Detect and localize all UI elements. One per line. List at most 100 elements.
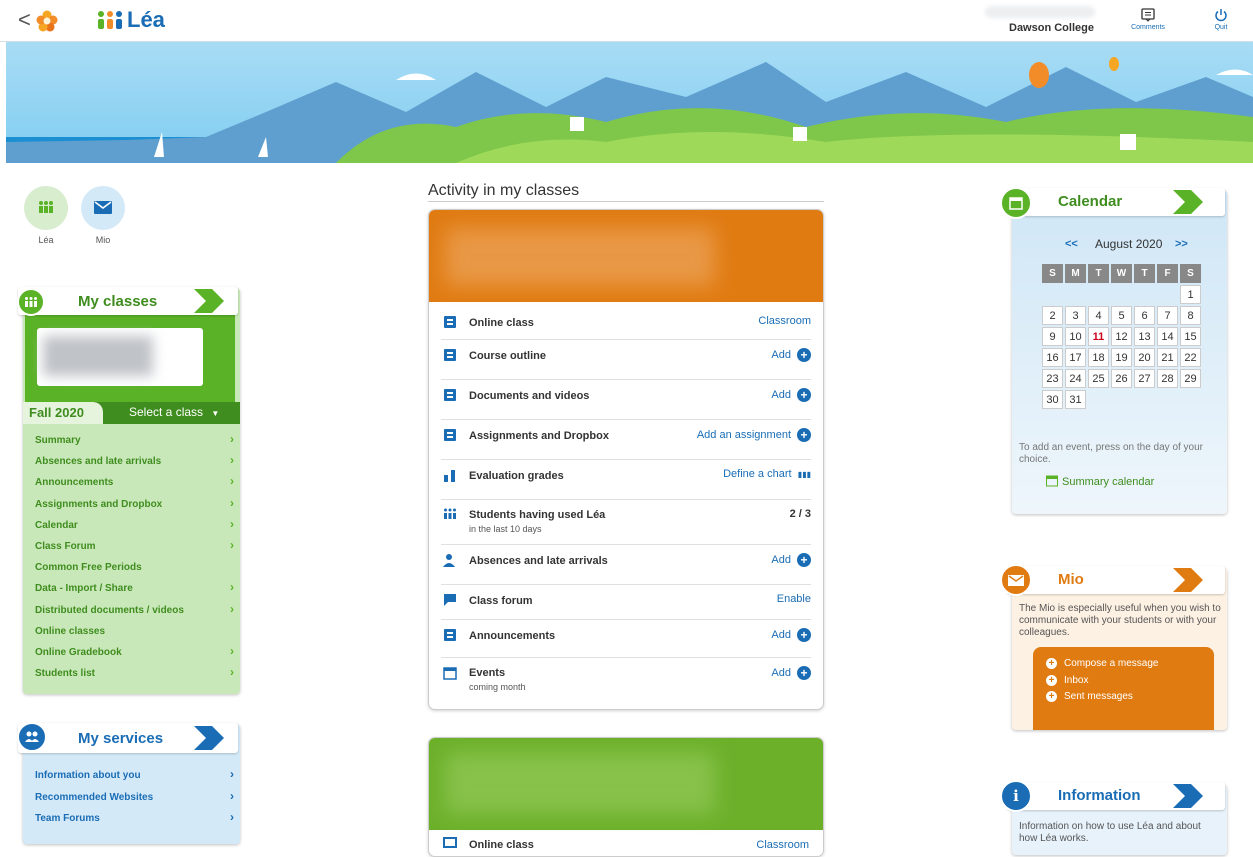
- services-nav-item[interactable]: Team Forums ›: [35, 810, 240, 824]
- calendar-day[interactable]: 27: [1134, 369, 1155, 388]
- calendar-day[interactable]: 29: [1180, 369, 1201, 388]
- calendar-day[interactable]: 13: [1134, 327, 1155, 346]
- calendar-day[interactable]: 7: [1157, 306, 1178, 325]
- information-title: Information: [1058, 787, 1141, 804]
- calendar-day[interactable]: 20: [1134, 348, 1155, 367]
- class-card-header-2[interactable]: [429, 738, 823, 830]
- activity-action-label: Enable: [776, 593, 811, 605]
- class-nav-item[interactable]: Online Gradebook ›: [35, 644, 240, 658]
- calendar-day[interactable]: 4: [1088, 306, 1109, 325]
- activity-row-action: 2 / 3: [790, 508, 811, 520]
- mio-shortcut-button[interactable]: [81, 186, 125, 230]
- calendar-day[interactable]: 17: [1065, 348, 1086, 367]
- calendar-day[interactable]: 6: [1134, 306, 1155, 325]
- calendar-empty-cell: [1088, 390, 1109, 409]
- weekday-header: S: [1180, 264, 1201, 283]
- calendar-day[interactable]: 21: [1157, 348, 1178, 367]
- calendar-prev-button[interactable]: <<: [1065, 238, 1078, 250]
- calendar-day[interactable]: 28: [1157, 369, 1178, 388]
- back-button[interactable]: <: [18, 9, 31, 31]
- lea-logo-icon: [98, 11, 122, 29]
- calendar-empty-cell: [1157, 285, 1178, 304]
- plus-icon: +: [797, 628, 811, 642]
- class-nav-item[interactable]: Online classes: [35, 626, 240, 637]
- activity-row: Online class Classroom: [441, 307, 811, 340]
- calendar-day[interactable]: 31: [1065, 390, 1086, 409]
- class-nav-item[interactable]: Summary ›: [35, 432, 240, 446]
- calendar-day[interactable]: 10: [1065, 327, 1086, 346]
- class-nav-item[interactable]: Data - Import / Share ›: [35, 580, 240, 594]
- calendar-day[interactable]: 5: [1111, 306, 1132, 325]
- mio-action-link[interactable]: + Compose a message: [1046, 658, 1159, 669]
- information-description: Information on how to use Léa and about …: [1019, 821, 1201, 844]
- class-nav-item[interactable]: Common Free Periods: [35, 562, 240, 573]
- class-nav-item[interactable]: Assignments and Dropbox ›: [35, 496, 240, 510]
- calendar-day[interactable]: 30: [1042, 390, 1063, 409]
- calendar-day[interactable]: 26: [1111, 369, 1132, 388]
- plus-icon: +: [1046, 674, 1057, 686]
- calendar-day[interactable]: 18: [1088, 348, 1109, 367]
- services-nav-item[interactable]: Information about you ›: [35, 767, 240, 781]
- plus-icon: +: [1046, 691, 1057, 702]
- quit-button[interactable]: Quit: [1203, 8, 1239, 31]
- calendar-day[interactable]: 25: [1088, 369, 1109, 388]
- calendar-day[interactable]: 14: [1157, 327, 1178, 346]
- activity-row-action[interactable]: Classroom: [758, 315, 811, 327]
- calendar-day[interactable]: 19: [1111, 348, 1132, 367]
- services-nav-label: Recommended Websites: [35, 791, 154, 803]
- classroom-link-2[interactable]: Classroom: [756, 839, 809, 851]
- class-card-header[interactable]: [429, 210, 823, 302]
- activity-row-action[interactable]: Add +: [771, 553, 811, 567]
- calendar-month: August 2020: [1095, 237, 1163, 251]
- calendar-day[interactable]: 9: [1042, 327, 1063, 346]
- class-nav-item[interactable]: Calendar ›: [35, 517, 240, 531]
- weekday-header: F: [1157, 264, 1178, 283]
- info-icon: i: [1000, 780, 1032, 812]
- calendar-day[interactable]: 22: [1180, 348, 1201, 367]
- class-name-blurred-2: [445, 228, 715, 286]
- calendar-day[interactable]: 23: [1042, 369, 1063, 388]
- calendar-day[interactable]: 1: [1180, 285, 1201, 304]
- omnivox-flower-icon[interactable]: [36, 10, 58, 32]
- select-class-dropdown[interactable]: Select a class ▼: [129, 405, 219, 419]
- services-nav-item[interactable]: Recommended Websites ›: [35, 789, 240, 803]
- comments-button[interactable]: Comments: [1128, 8, 1168, 31]
- calendar-title: Calendar: [1058, 193, 1123, 210]
- activity-row-action[interactable]: Enable: [777, 593, 811, 605]
- my-classes-title: My classes: [78, 293, 158, 310]
- class-nav-label: Students list: [35, 668, 96, 680]
- calendar-day[interactable]: 16: [1042, 348, 1063, 367]
- activity-row-action[interactable]: Define a chart ▮▮▮: [723, 468, 811, 480]
- term-label: Fall 2020: [29, 405, 84, 420]
- class-name-blurred: [43, 336, 153, 376]
- activity-row-action[interactable]: Add +: [771, 666, 811, 680]
- lea-shortcut-button[interactable]: [24, 186, 68, 230]
- online-class-label-2: Online class: [469, 839, 534, 851]
- chevron-right-icon: ›: [230, 665, 234, 680]
- mio-action-label: Compose a message: [1064, 658, 1159, 669]
- class-nav-item[interactable]: Absences and late arrivals ›: [35, 453, 240, 467]
- calendar-day[interactable]: 15: [1180, 327, 1201, 346]
- calendar-day[interactable]: 11: [1088, 327, 1109, 346]
- activity-row-action[interactable]: Add +: [771, 628, 811, 642]
- calendar-day[interactable]: 3: [1065, 306, 1086, 325]
- calendar-day[interactable]: 8: [1180, 306, 1201, 325]
- calendar-day[interactable]: 24: [1065, 369, 1086, 388]
- mio-action-link[interactable]: + Sent messages: [1046, 691, 1133, 702]
- activity-row-action[interactable]: Add +: [771, 388, 811, 402]
- summary-calendar-link[interactable]: Summary calendar: [1046, 475, 1154, 488]
- class-nav-item[interactable]: Students list ›: [35, 665, 240, 680]
- activity-row-action[interactable]: Add +: [771, 348, 811, 362]
- class-nav-item[interactable]: Announcements ›: [35, 474, 240, 488]
- calendar-day[interactable]: 2: [1042, 306, 1063, 325]
- calendar-next-button[interactable]: >>: [1175, 238, 1188, 250]
- events-icon: [443, 667, 457, 680]
- activity-action-label: 2 / 3: [789, 508, 811, 520]
- mio-action-link[interactable]: + Inbox: [1046, 674, 1088, 686]
- activity-row-label: Online class: [469, 317, 534, 329]
- class-nav-item[interactable]: Class Forum ›: [35, 538, 240, 552]
- mio-arrow-icon: [1173, 568, 1203, 592]
- class-nav-item[interactable]: Distributed documents / videos ›: [35, 602, 240, 616]
- calendar-day[interactable]: 12: [1111, 327, 1132, 346]
- activity-row-action[interactable]: Add an assignment +: [697, 428, 811, 442]
